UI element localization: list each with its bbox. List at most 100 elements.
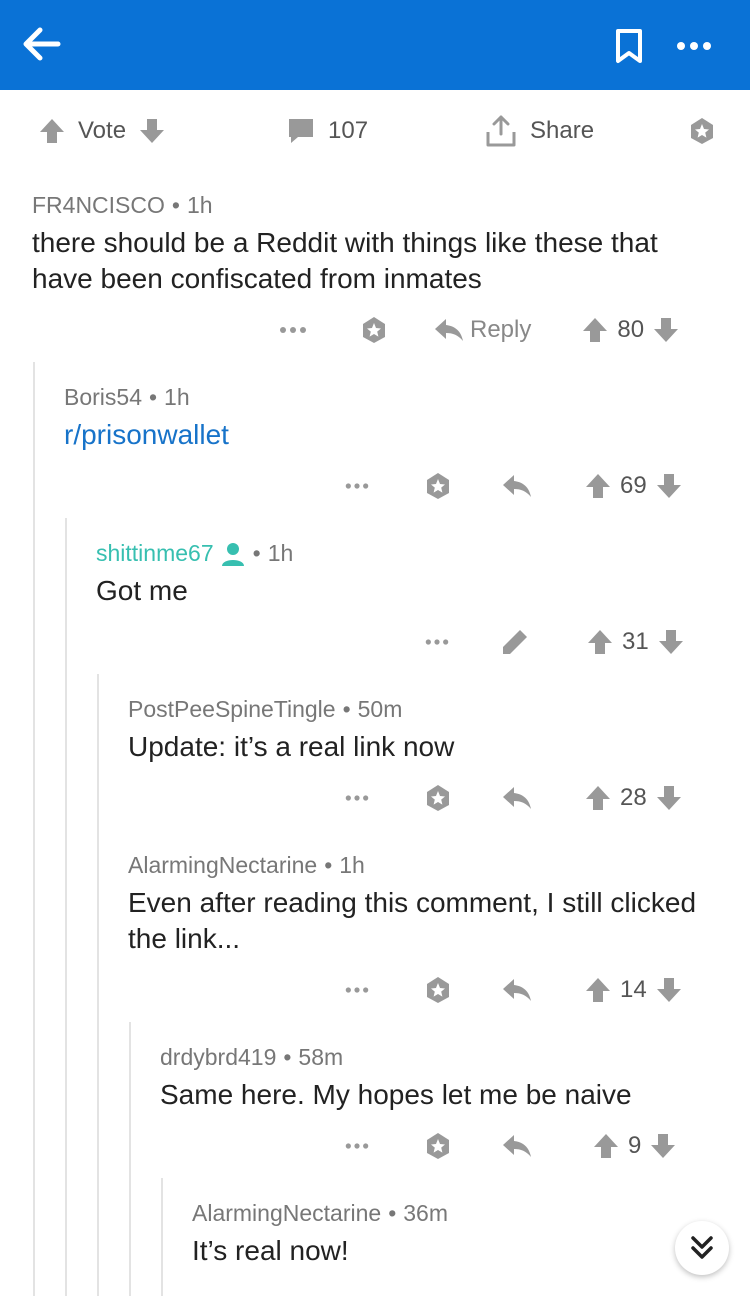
comment-author[interactable]: FR4NCISCO	[32, 192, 165, 219]
comment-score: 28	[620, 784, 647, 811]
thread-line	[65, 518, 67, 1296]
thread-line	[33, 362, 35, 1296]
star-icon[interactable]	[422, 470, 454, 502]
upvote-arrow-icon[interactable]	[581, 316, 609, 344]
reply-button[interactable]: Reply	[434, 316, 531, 344]
reply-icon[interactable]	[502, 977, 532, 1003]
comment-author[interactable]: AlarmingNectarine	[192, 1200, 381, 1227]
share-label: Share	[530, 117, 595, 144]
comment: drdybrd419 • 58m Same here. My hopes let…	[160, 1044, 710, 1113]
meta-separator: •	[324, 852, 333, 878]
comment-actions: Reply 80	[278, 310, 680, 350]
subreddit-link[interactable]: r/prisonwallet	[64, 417, 704, 453]
upvote-arrow-icon[interactable]	[592, 1132, 620, 1160]
downvote-arrow-icon[interactable]	[657, 628, 685, 656]
comment-body: there should be a Reddit with things lik…	[32, 227, 658, 294]
reply-icon[interactable]	[502, 785, 532, 811]
upvote-arrow-icon[interactable]	[586, 628, 614, 656]
comment-body: Even after reading this comment, I still…	[128, 887, 697, 954]
downvote-arrow-icon[interactable]	[138, 117, 166, 145]
share-button[interactable]: Share	[484, 114, 594, 148]
upvote-arrow-icon[interactable]	[584, 784, 612, 812]
comment-actions: 28	[344, 778, 683, 818]
reply-icon[interactable]	[502, 1133, 532, 1159]
pencil-edit-icon[interactable]	[500, 627, 530, 657]
save-star-button[interactable]	[686, 114, 718, 148]
share-icon	[486, 115, 516, 147]
downvote-arrow-icon[interactable]	[655, 976, 683, 1004]
more-options-icon[interactable]	[344, 985, 370, 995]
comment-author[interactable]: drdybrd419	[160, 1044, 276, 1071]
comment: AlarmingNectarine • 1h Even after readin…	[128, 852, 708, 957]
downvote-arrow-icon[interactable]	[649, 1132, 677, 1160]
comment-score: 80	[617, 316, 645, 343]
comment-score: 31	[622, 628, 649, 655]
comment-time: 1h	[339, 852, 365, 878]
comment-body: Update: it’s a real link now	[128, 731, 455, 762]
meta-separator: •	[342, 696, 351, 722]
downvote-arrow-icon[interactable]	[655, 784, 683, 812]
more-icon[interactable]	[674, 28, 714, 64]
arrow-left-icon[interactable]	[20, 24, 62, 64]
comment-body: Same here. My hopes let me be naive	[160, 1079, 632, 1110]
star-icon[interactable]	[422, 782, 454, 814]
star-icon[interactable]	[422, 1130, 454, 1162]
comment: PostPeeSpineTingle • 50m Update: it’s a …	[128, 696, 708, 765]
comment-author[interactable]: Boris54	[64, 384, 142, 411]
star-icon[interactable]	[422, 974, 454, 1006]
vote-label: Vote	[78, 117, 127, 144]
comment-body: It’s real now!	[192, 1235, 349, 1266]
comment-actions: 9	[344, 1126, 677, 1166]
meta-separator: •	[388, 1200, 397, 1226]
comment-time: 50m	[357, 696, 403, 722]
upvote-arrow-icon[interactable]	[584, 976, 612, 1004]
comment-time: 36m	[403, 1200, 449, 1226]
thread-line	[161, 1178, 163, 1296]
comments-count-button[interactable]: 107	[286, 114, 368, 148]
reply-label: Reply	[470, 316, 532, 343]
comment-author[interactable]: AlarmingNectarine	[128, 852, 317, 879]
comment: shittinme67 • 1h Got me	[96, 540, 706, 609]
comment-time: 58m	[298, 1044, 344, 1070]
meta-separator: •	[171, 192, 180, 218]
more-options-icon[interactable]	[344, 793, 370, 803]
star-icon	[686, 115, 718, 147]
more-options-icon[interactable]	[424, 637, 450, 647]
more-options-icon[interactable]	[344, 481, 370, 491]
comment-time: 1h	[164, 384, 190, 410]
downvote-arrow-icon[interactable]	[655, 472, 683, 500]
upvote-arrow-icon[interactable]	[584, 472, 612, 500]
thread-line	[97, 674, 99, 1296]
bookmark-icon[interactable]	[614, 28, 644, 64]
downvote-arrow-icon[interactable]	[652, 316, 680, 344]
more-options-icon[interactable]	[344, 1141, 370, 1151]
meta-separator: •	[283, 1044, 292, 1070]
comment-author[interactable]: shittinme67	[96, 540, 214, 567]
double-chevron-down-icon	[691, 1236, 713, 1259]
comment-score: 69	[620, 472, 647, 499]
meta-separator: •	[252, 540, 261, 566]
comment-time: 1h	[267, 540, 294, 566]
comment-author[interactable]: PostPeeSpineTingle	[128, 696, 336, 723]
comment-actions: 31	[424, 622, 685, 662]
comment-body: Got me	[96, 575, 188, 606]
op-user-icon	[221, 542, 244, 566]
comment-bubble-icon	[289, 119, 313, 143]
comment-score: 9	[628, 1132, 642, 1159]
thread-line	[129, 1022, 131, 1296]
top-app-bar	[0, 0, 750, 90]
jump-to-next-button[interactable]	[675, 1221, 729, 1275]
reply-icon	[434, 317, 464, 343]
comment-time: 1h	[186, 192, 213, 218]
comment-actions: 69	[344, 466, 683, 506]
upvote-arrow-icon[interactable]	[38, 117, 66, 145]
meta-separator: •	[148, 384, 158, 410]
post-action-bar: Vote 107 Share	[0, 90, 750, 170]
post-vote-group: Vote	[38, 114, 166, 148]
more-options-icon[interactable]	[278, 325, 308, 335]
comment-score: 14	[620, 976, 647, 1003]
comment-count: 107	[328, 117, 369, 144]
comment: Boris54 • 1h r/prisonwallet	[64, 384, 704, 453]
reply-icon[interactable]	[502, 473, 532, 499]
star-icon[interactable]	[358, 314, 390, 346]
